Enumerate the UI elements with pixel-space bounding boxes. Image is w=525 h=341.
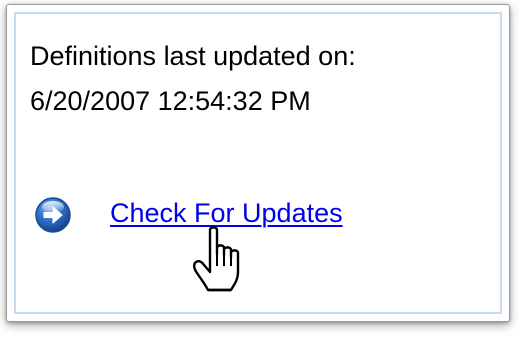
arrow-right-circle-icon[interactable] [34,196,72,234]
screenshot-stage: Definitions last updated on: 6/20/2007 1… [0,0,525,341]
check-for-updates-link[interactable]: Check For Updates [110,195,343,231]
definitions-info: Definitions last updated on: 6/20/2007 1… [30,34,356,124]
definitions-timestamp: 6/20/2007 12:54:32 PM [30,86,311,116]
definitions-label: Definitions last updated on: [30,41,356,71]
